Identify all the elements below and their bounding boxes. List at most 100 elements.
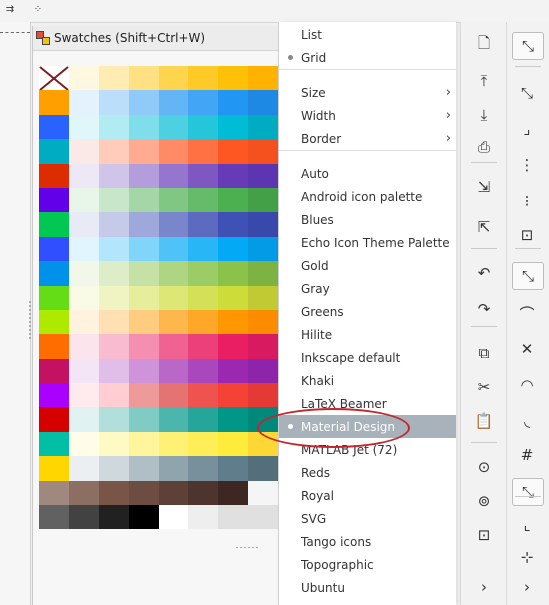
menu-item-border[interactable]: Border › [279,127,456,150]
color-swatch[interactable] [98,407,129,432]
color-swatch[interactable] [218,139,249,164]
toolbar-overflow-icon[interactable]: › [512,574,542,600]
color-swatch[interactable] [128,358,159,384]
color-swatch[interactable] [188,431,219,457]
menu-item-reds[interactable]: Reds [279,461,456,484]
color-swatch[interactable] [188,505,219,530]
color-swatch[interactable] [248,187,279,213]
menu-item-size[interactable]: Size › [279,81,456,104]
color-swatch[interactable] [68,66,99,91]
color-swatch[interactable] [158,187,189,213]
color-swatch[interactable] [158,309,189,335]
redo-icon[interactable]: ↷ [469,296,499,322]
color-swatch[interactable] [248,66,279,91]
color-swatch[interactable] [98,163,129,188]
color-swatch[interactable] [39,163,69,188]
color-swatch[interactable] [218,505,249,530]
menu-item-echo-icon-theme-palette[interactable]: Echo Icon Theme Palette [279,231,456,254]
new-document-icon[interactable]: 🗋 [469,32,499,58]
color-swatch[interactable] [188,309,219,335]
export-other-icon[interactable]: ⇱ [469,214,499,240]
color-swatch[interactable] [68,431,99,457]
color-swatch[interactable] [158,431,189,457]
color-swatch[interactable] [218,407,249,432]
color-swatch[interactable] [98,66,129,91]
color-swatch[interactable] [98,139,129,164]
color-swatch[interactable] [188,334,219,359]
color-swatch[interactable] [68,456,99,481]
color-swatch[interactable] [98,505,129,530]
color-swatch[interactable] [218,358,249,384]
color-swatch[interactable] [218,480,249,506]
color-swatch[interactable] [128,383,159,408]
color-swatch[interactable] [128,236,159,262]
color-swatch[interactable] [68,383,99,408]
menu-item-ubuntu[interactable]: Ubuntu [279,576,456,599]
snap-line-midpoint-icon[interactable]: ◟ [512,408,542,434]
color-swatch[interactable] [39,480,69,506]
color-swatch[interactable] [98,480,129,506]
menu-item-tango-icons[interactable]: Tango icons [279,530,456,553]
color-swatch[interactable] [39,261,69,286]
color-swatch[interactable] [68,358,99,384]
color-swatch[interactable] [188,90,219,115]
panel-bottom-handle[interactable] [235,546,259,549]
menu-item-svg[interactable]: SVG [279,507,456,530]
zoom-selection-icon[interactable]: ⊙ [469,454,499,480]
color-swatch[interactable] [39,90,69,115]
color-swatch[interactable] [248,456,279,481]
color-swatch[interactable] [98,285,129,310]
menu-item-greens[interactable]: Greens [279,300,456,323]
menu-item-grid[interactable]: Grid [279,46,456,69]
color-swatch[interactable] [188,480,219,506]
color-swatch[interactable] [39,139,69,164]
color-swatch[interactable] [68,212,99,237]
color-swatch[interactable] [98,334,129,359]
color-swatch[interactable] [98,358,129,384]
color-swatch[interactable] [218,90,249,115]
color-swatch[interactable] [248,285,279,310]
color-swatch[interactable] [128,407,159,432]
color-swatch[interactable] [39,407,69,432]
color-swatch[interactable] [218,456,249,481]
color-swatch[interactable] [218,236,249,262]
menu-item-width[interactable]: Width › [279,104,456,127]
color-swatch[interactable] [188,114,219,140]
color-swatch[interactable] [248,261,279,286]
color-swatch[interactable] [188,407,219,432]
menu-item-inkscape-default[interactable]: Inkscape default [279,346,456,369]
color-swatch[interactable] [68,236,99,262]
color-swatch[interactable] [218,383,249,408]
color-swatch[interactable] [39,358,69,384]
color-swatch[interactable] [158,66,189,91]
export-icon[interactable]: ⤓ [469,102,499,128]
color-swatch[interactable] [98,212,129,237]
zoom-page-icon[interactable]: ⊡ [469,522,499,548]
color-swatch[interactable] [248,236,279,262]
color-swatch[interactable] [158,334,189,359]
color-swatch[interactable] [39,309,69,335]
menu-item-hilite[interactable]: Hilite [279,323,456,346]
menu-item-gold[interactable]: Gold [279,254,456,277]
color-swatch[interactable] [98,261,129,286]
color-swatch[interactable] [128,309,159,335]
color-swatch[interactable] [158,480,189,506]
color-swatch[interactable] [128,66,159,91]
color-swatch[interactable] [39,456,69,481]
menu-item-topographic[interactable]: Topographic [279,553,456,576]
toolbar-overflow-icon[interactable]: › [469,574,499,600]
snap-intersection-icon[interactable]: ✕ [512,336,542,362]
color-swatch[interactable] [128,505,159,530]
color-swatch[interactable] [248,358,279,384]
color-swatch[interactable] [158,456,189,481]
color-swatch[interactable] [68,285,99,310]
color-swatch[interactable] [158,139,189,164]
color-swatch[interactable] [128,139,159,164]
color-swatch[interactable] [248,139,279,164]
color-swatch[interactable] [68,505,99,530]
color-swatch[interactable] [98,383,129,408]
color-swatch[interactable] [188,456,219,481]
color-swatch[interactable] [68,163,99,188]
color-swatch[interactable] [188,139,219,164]
color-swatch[interactable] [128,187,159,213]
